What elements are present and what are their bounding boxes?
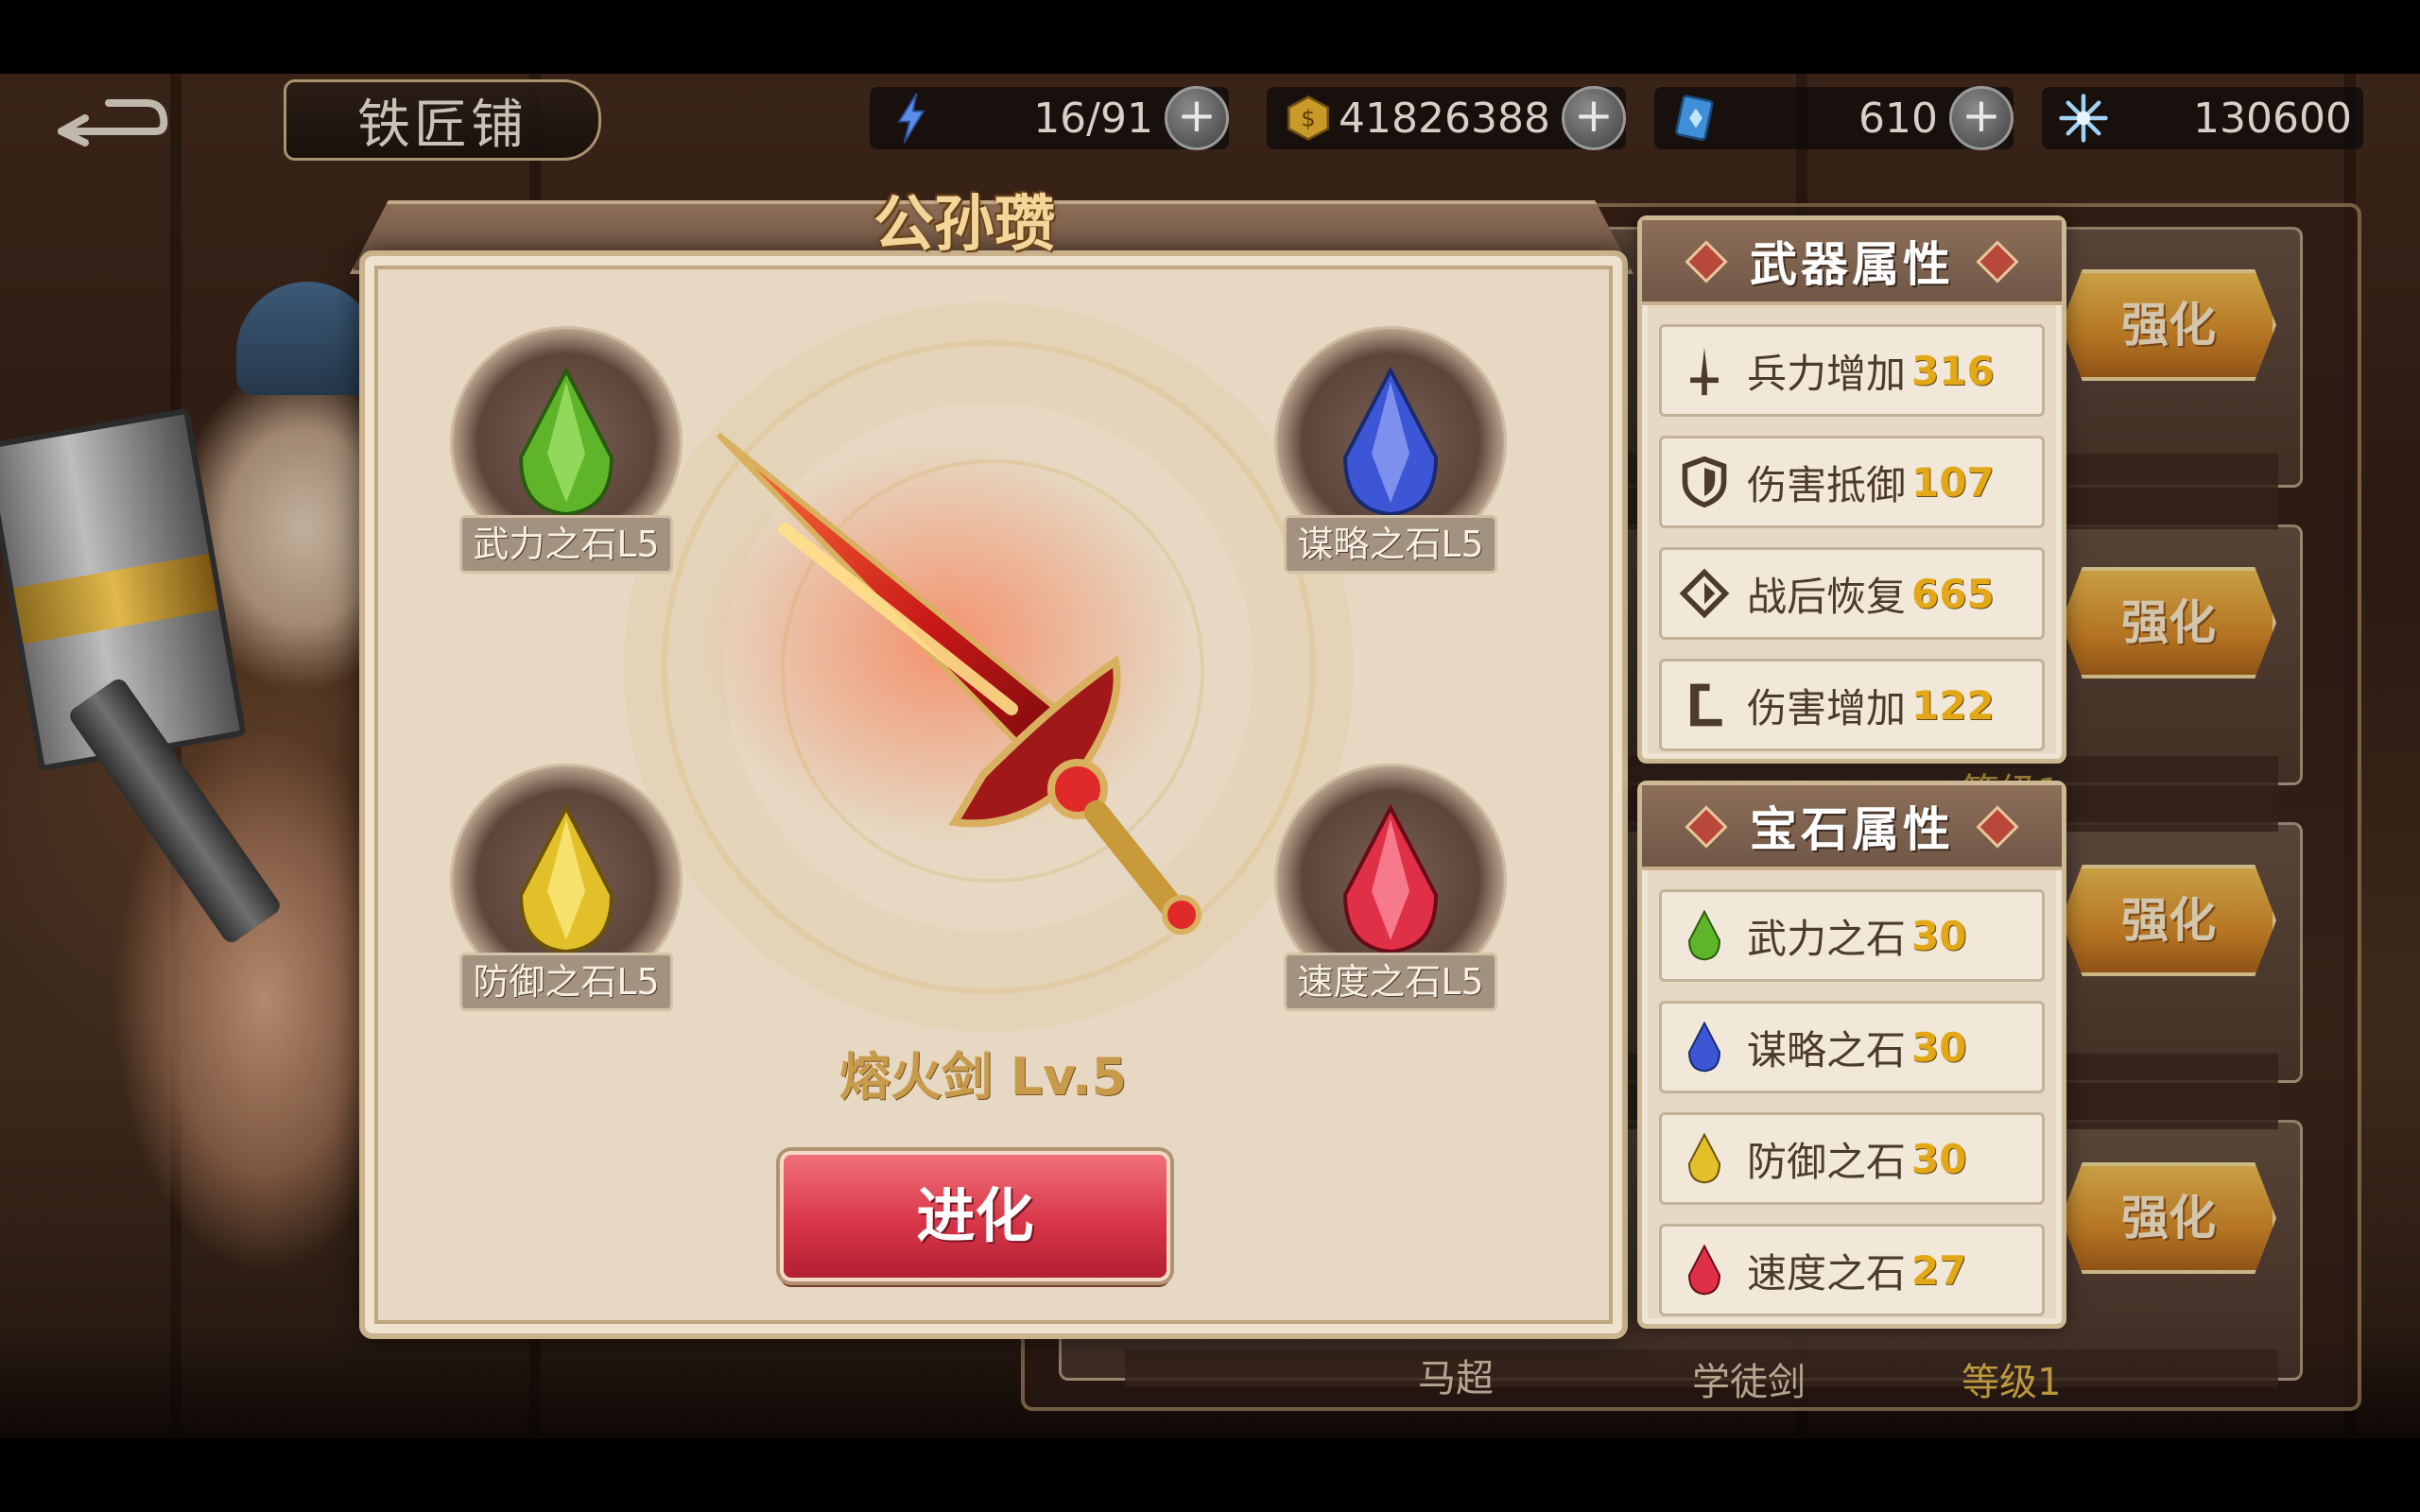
gems-value: 610 bbox=[1858, 94, 1938, 143]
diamond-ornament bbox=[1685, 805, 1728, 849]
top-bar: 铁匠铺 16/91 + $ 41826388 + 610 + 130600 bbox=[0, 74, 2420, 168]
gem-slot-defense[interactable]: 防御之石L5 bbox=[441, 764, 686, 1019]
attr-label: 防御之石 bbox=[1747, 1138, 1907, 1185]
strengthen-button[interactable]: 强化 bbox=[2061, 567, 2276, 679]
coin-icon: $ bbox=[1280, 90, 1337, 146]
attr-label: 战后恢复 bbox=[1747, 573, 1907, 620]
attr-value: 665 bbox=[1911, 570, 1995, 617]
strengthen-button[interactable]: 强化 bbox=[2061, 269, 2276, 381]
lightning-icon bbox=[883, 90, 940, 146]
gem-attr-row: 武力之石 30 bbox=[1659, 889, 2045, 982]
list-item-hero-name: 马超 bbox=[1418, 1357, 1494, 1400]
sword-stat-icon bbox=[1671, 337, 1737, 404]
gem-label-speed: 速度之石L5 bbox=[1284, 953, 1497, 1011]
diamond-ornament bbox=[1685, 240, 1728, 284]
gem-attributes-title: 宝石属性 bbox=[1750, 802, 1954, 857]
attr-label: 武力之石 bbox=[1747, 915, 1907, 962]
strengthen-button[interactable]: 强化 bbox=[2061, 865, 2276, 976]
gem-attr-row: 谋略之石 30 bbox=[1659, 1001, 2045, 1093]
weapon-attr-row: 伤害抵御 107 bbox=[1659, 436, 2045, 528]
weapon-attributes-title: 武器属性 bbox=[1750, 237, 1954, 292]
strengthen-button[interactable]: 强化 bbox=[2061, 1162, 2276, 1274]
list-item-weapon-name: 学徒剑 bbox=[1692, 1361, 1806, 1404]
add-gold-button[interactable]: + bbox=[1562, 86, 1626, 150]
blue-gem-icon bbox=[1671, 1014, 1737, 1080]
blue-gem-icon bbox=[1342, 367, 1439, 517]
resource-stars: 130600 bbox=[2042, 87, 2363, 149]
stamina-value: 16/91 bbox=[1033, 94, 1153, 143]
red-gem-icon bbox=[1671, 1237, 1737, 1303]
attr-value: 30 bbox=[1911, 1023, 1967, 1071]
attr-label: 谋略之石 bbox=[1747, 1026, 1907, 1074]
weapon-attributes-panel: 武器属性 兵力增加 316 伤害抵御 107 战后恢复 665 伤害增加 122 bbox=[1637, 215, 2066, 764]
attr-label: 伤害抵御 bbox=[1747, 461, 1907, 508]
evolve-button[interactable]: 进化 bbox=[780, 1151, 1170, 1281]
gem-slot-force[interactable]: 武力之石L5 bbox=[441, 326, 686, 581]
attr-value: 30 bbox=[1911, 912, 1967, 959]
attr-value: 30 bbox=[1911, 1135, 1967, 1182]
weapon-attributes-header: 武器属性 bbox=[1642, 220, 2062, 305]
list-item-level: 等级1 bbox=[1962, 1361, 2062, 1404]
red-gem-icon bbox=[1342, 804, 1439, 954]
page-title: 铁匠铺 bbox=[357, 94, 527, 156]
weapon-name: 熔火剑 Lv.5 bbox=[838, 1047, 1128, 1107]
resource-gems: 610 + bbox=[1654, 86, 2014, 150]
crystal-card-icon bbox=[1668, 90, 1724, 146]
green-gem-icon bbox=[1671, 902, 1737, 969]
diamond-ornament bbox=[1976, 240, 2019, 284]
shield-icon bbox=[1671, 449, 1737, 515]
add-gems-button[interactable]: + bbox=[1949, 86, 2014, 150]
gem-attributes-panel: 宝石属性 武力之石 30 谋略之石 30 防御之石 30 速度之石 27 bbox=[1637, 781, 2066, 1329]
resource-gold: $ 41826388 + bbox=[1267, 86, 1626, 150]
attr-label: 速度之石 bbox=[1747, 1249, 1907, 1297]
attr-label: 伤害增加 bbox=[1747, 684, 1907, 731]
back-arrow-icon bbox=[58, 99, 168, 146]
recovery-icon bbox=[1671, 560, 1737, 627]
attr-value: 316 bbox=[1911, 347, 1995, 394]
gem-label-defense: 防御之石L5 bbox=[459, 953, 673, 1011]
page-title-plate: 铁匠铺 bbox=[284, 79, 601, 161]
svg-text:$: $ bbox=[1301, 105, 1315, 132]
gold-value: 41826388 bbox=[1339, 94, 1550, 143]
weapon-attr-row: 伤害增加 122 bbox=[1659, 659, 2045, 751]
diamond-ornament bbox=[1976, 805, 2019, 849]
resource-stamina: 16/91 + bbox=[870, 86, 1229, 150]
add-stamina-button[interactable]: + bbox=[1165, 86, 1229, 150]
hero-name-title: 公孙瓒 bbox=[873, 190, 1055, 260]
back-button[interactable] bbox=[38, 85, 180, 151]
gem-slot-speed[interactable]: 速度之石L5 bbox=[1265, 764, 1511, 1019]
attr-value: 122 bbox=[1911, 681, 1995, 729]
green-gem-icon bbox=[518, 367, 614, 517]
damage-boost-icon bbox=[1671, 672, 1737, 738]
sword-icon bbox=[700, 432, 1201, 935]
gem-label-strategy: 谋略之石L5 bbox=[1284, 515, 1497, 574]
gem-label-force: 武力之石L5 bbox=[459, 515, 673, 574]
snowflake-star-icon bbox=[2055, 90, 2112, 146]
yellow-gem-icon bbox=[1671, 1125, 1737, 1192]
attr-label: 兵力增加 bbox=[1747, 350, 1907, 397]
weapon-attr-row: 兵力增加 316 bbox=[1659, 324, 2045, 417]
gem-slot-strategy[interactable]: 谋略之石L5 bbox=[1265, 326, 1511, 581]
gem-attributes-header: 宝石属性 bbox=[1642, 785, 2062, 870]
attr-value: 27 bbox=[1911, 1246, 1967, 1294]
yellow-gem-icon bbox=[518, 804, 614, 954]
gem-attr-row: 速度之石 27 bbox=[1659, 1224, 2045, 1316]
gem-attr-row: 防御之石 30 bbox=[1659, 1112, 2045, 1205]
stars-value: 130600 bbox=[2193, 94, 2352, 143]
weapon-attr-row: 战后恢复 665 bbox=[1659, 547, 2045, 640]
attr-value: 107 bbox=[1911, 458, 1995, 506]
